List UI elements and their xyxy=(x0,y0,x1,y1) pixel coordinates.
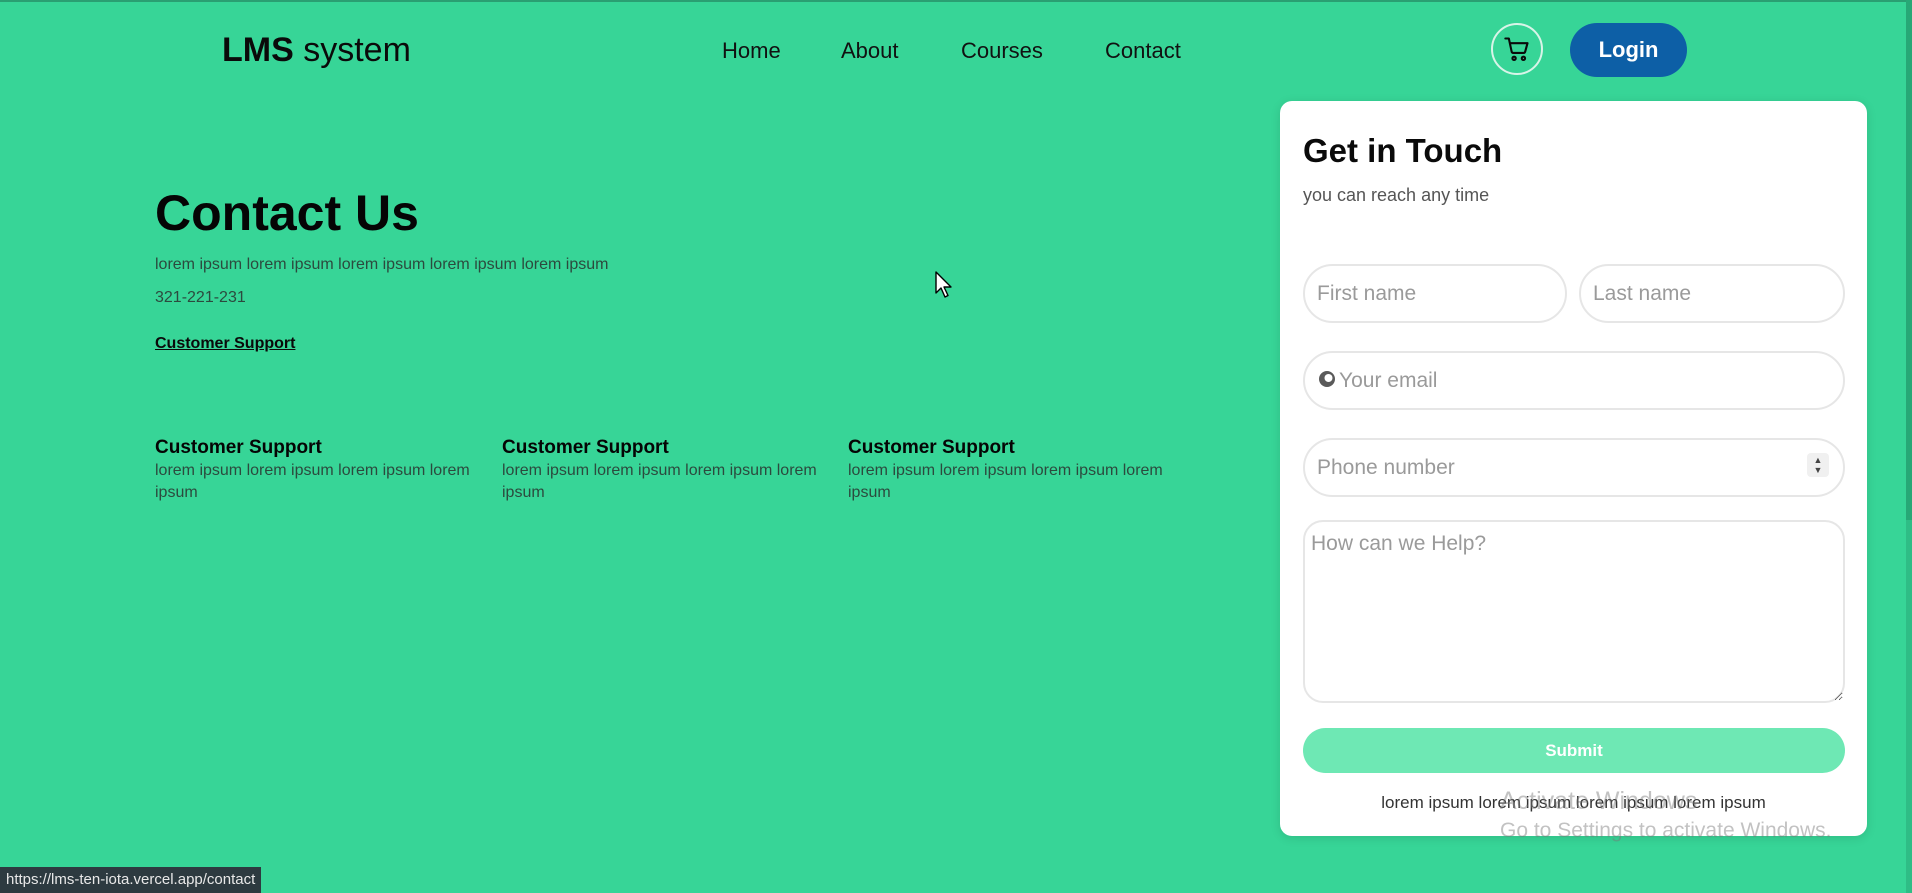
support-column: Customer Support lorem ipsum lorem ipsum… xyxy=(502,436,832,504)
support-text: lorem ipsum lorem ipsum lorem ipsum lore… xyxy=(848,462,1163,501)
brand-bold: LMS xyxy=(222,31,294,69)
form-footer-text: lorem ipsum lorem ipsum lorem ipsum lore… xyxy=(1381,793,1766,812)
support-column: Customer Support lorem ipsum lorem ipsum… xyxy=(155,436,485,504)
contact-phone: 321-221-231 xyxy=(155,289,246,306)
support-heading: Customer Support xyxy=(502,437,669,458)
brand-rest: system xyxy=(293,31,411,69)
stepper-down-icon[interactable]: ▼ xyxy=(1814,465,1823,475)
customer-support-link[interactable]: Customer Support xyxy=(155,333,295,355)
contact-page: LMS system Home About Courses Contact Lo… xyxy=(0,0,1912,893)
status-bar-url: https://lms-ten-iota.vercel.app/contact xyxy=(0,867,262,893)
scrollbar-thumb[interactable] xyxy=(1906,0,1912,520)
first-name-input[interactable] xyxy=(1303,264,1567,323)
login-button[interactable]: Login xyxy=(1570,23,1687,77)
phone-number-input[interactable] xyxy=(1303,438,1845,497)
email-autofill-icon xyxy=(1319,371,1335,387)
shopping-cart-icon xyxy=(1504,37,1529,62)
email-input[interactable] xyxy=(1303,351,1845,410)
cart-button[interactable] xyxy=(1491,23,1543,75)
contact-form-card: Get in Touch you can reach any time ▲ ▼ … xyxy=(1280,101,1867,836)
page-title: Contact Us xyxy=(155,185,419,241)
submit-button[interactable]: Submit xyxy=(1303,728,1845,773)
support-heading: Customer Support xyxy=(848,437,1015,458)
support-text: lorem ipsum lorem ipsum lorem ipsum lore… xyxy=(155,462,470,501)
last-name-input[interactable] xyxy=(1579,264,1845,323)
support-heading: Customer Support xyxy=(155,437,322,458)
nav-contact-link[interactable]: Contact xyxy=(1105,36,1181,66)
form-subtitle: you can reach any time xyxy=(1303,185,1490,205)
mouse-cursor-icon xyxy=(935,271,952,298)
contact-description: lorem ipsum lorem ipsum lorem ipsum lore… xyxy=(155,256,609,273)
nav-home-link[interactable]: Home xyxy=(722,36,781,66)
top-border xyxy=(0,0,1912,2)
number-stepper[interactable]: ▲ ▼ xyxy=(1807,453,1829,477)
support-text: lorem ipsum lorem ipsum lorem ipsum lore… xyxy=(502,462,817,501)
stepper-up-icon[interactable]: ▲ xyxy=(1814,455,1823,465)
nav-courses-link[interactable]: Courses xyxy=(961,36,1043,66)
nav-about-link[interactable]: About xyxy=(841,36,899,66)
brand-logo[interactable]: LMS system xyxy=(222,30,411,70)
form-title: Get in Touch xyxy=(1303,132,1503,169)
support-column: Customer Support lorem ipsum lorem ipsum… xyxy=(848,436,1178,504)
message-textarea[interactable] xyxy=(1303,520,1845,703)
